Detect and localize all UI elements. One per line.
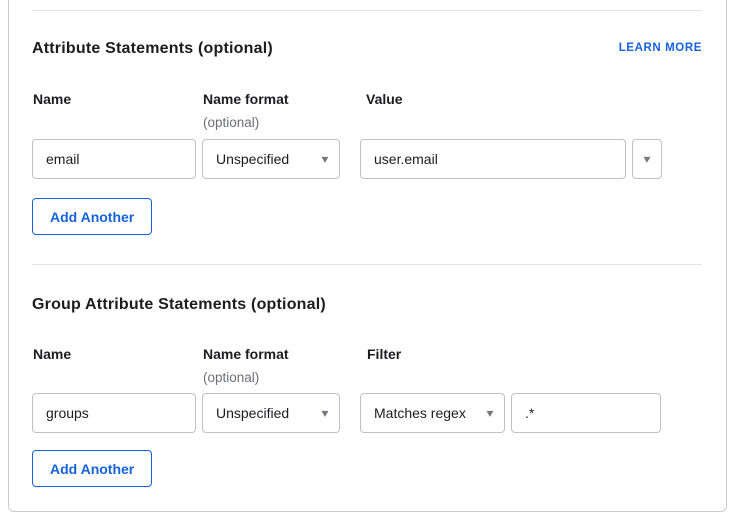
group-attribute-filter-value-input[interactable] bbox=[511, 393, 661, 433]
add-another-group-attribute-button[interactable]: Add Another bbox=[32, 450, 152, 487]
column-header-value: Value bbox=[366, 91, 403, 107]
saml-settings-panel: Attribute Statements (optional) LEARN MO… bbox=[0, 0, 737, 530]
column-header-name-format: Name format bbox=[203, 91, 289, 107]
attribute-name-format-value: Unspecified bbox=[216, 151, 289, 167]
group-column-header-name-format: Name format bbox=[203, 346, 289, 362]
add-another-attribute-button[interactable]: Add Another bbox=[32, 198, 152, 235]
caret-down-icon: ▾ bbox=[644, 153, 651, 165]
caret-down-icon: ▾ bbox=[322, 153, 329, 165]
group-column-header-filter: Filter bbox=[367, 346, 401, 362]
group-attribute-filter-type-select[interactable]: Matches regex ▾ bbox=[360, 393, 505, 433]
caret-down-icon: ▾ bbox=[487, 407, 494, 419]
column-header-name-format-note: (optional) bbox=[203, 115, 259, 130]
settings-card bbox=[8, 0, 727, 512]
group-attribute-name-format-select[interactable]: Unspecified ▾ bbox=[202, 393, 340, 433]
attribute-name-format-select[interactable]: Unspecified ▾ bbox=[202, 139, 340, 179]
learn-more-link[interactable]: LEARN MORE bbox=[619, 42, 702, 54]
attribute-statements-title: Attribute Statements (optional) bbox=[32, 40, 273, 58]
group-attribute-name-format-value: Unspecified bbox=[216, 405, 289, 421]
attribute-name-input[interactable] bbox=[32, 139, 196, 179]
section-divider-middle bbox=[32, 264, 702, 265]
group-attribute-name-input[interactable] bbox=[32, 393, 196, 433]
section-divider-top bbox=[32, 10, 702, 11]
group-column-header-name-format-note: (optional) bbox=[203, 370, 259, 385]
attribute-value-input[interactable] bbox=[360, 139, 626, 179]
caret-down-icon: ▾ bbox=[322, 407, 329, 419]
group-column-header-name: Name bbox=[33, 346, 71, 362]
column-header-name: Name bbox=[33, 91, 71, 107]
attribute-value-dropdown-button[interactable]: ▾ bbox=[632, 139, 662, 179]
group-attribute-filter-type-value: Matches regex bbox=[374, 405, 466, 421]
group-attribute-statements-title: Group Attribute Statements (optional) bbox=[32, 296, 326, 314]
